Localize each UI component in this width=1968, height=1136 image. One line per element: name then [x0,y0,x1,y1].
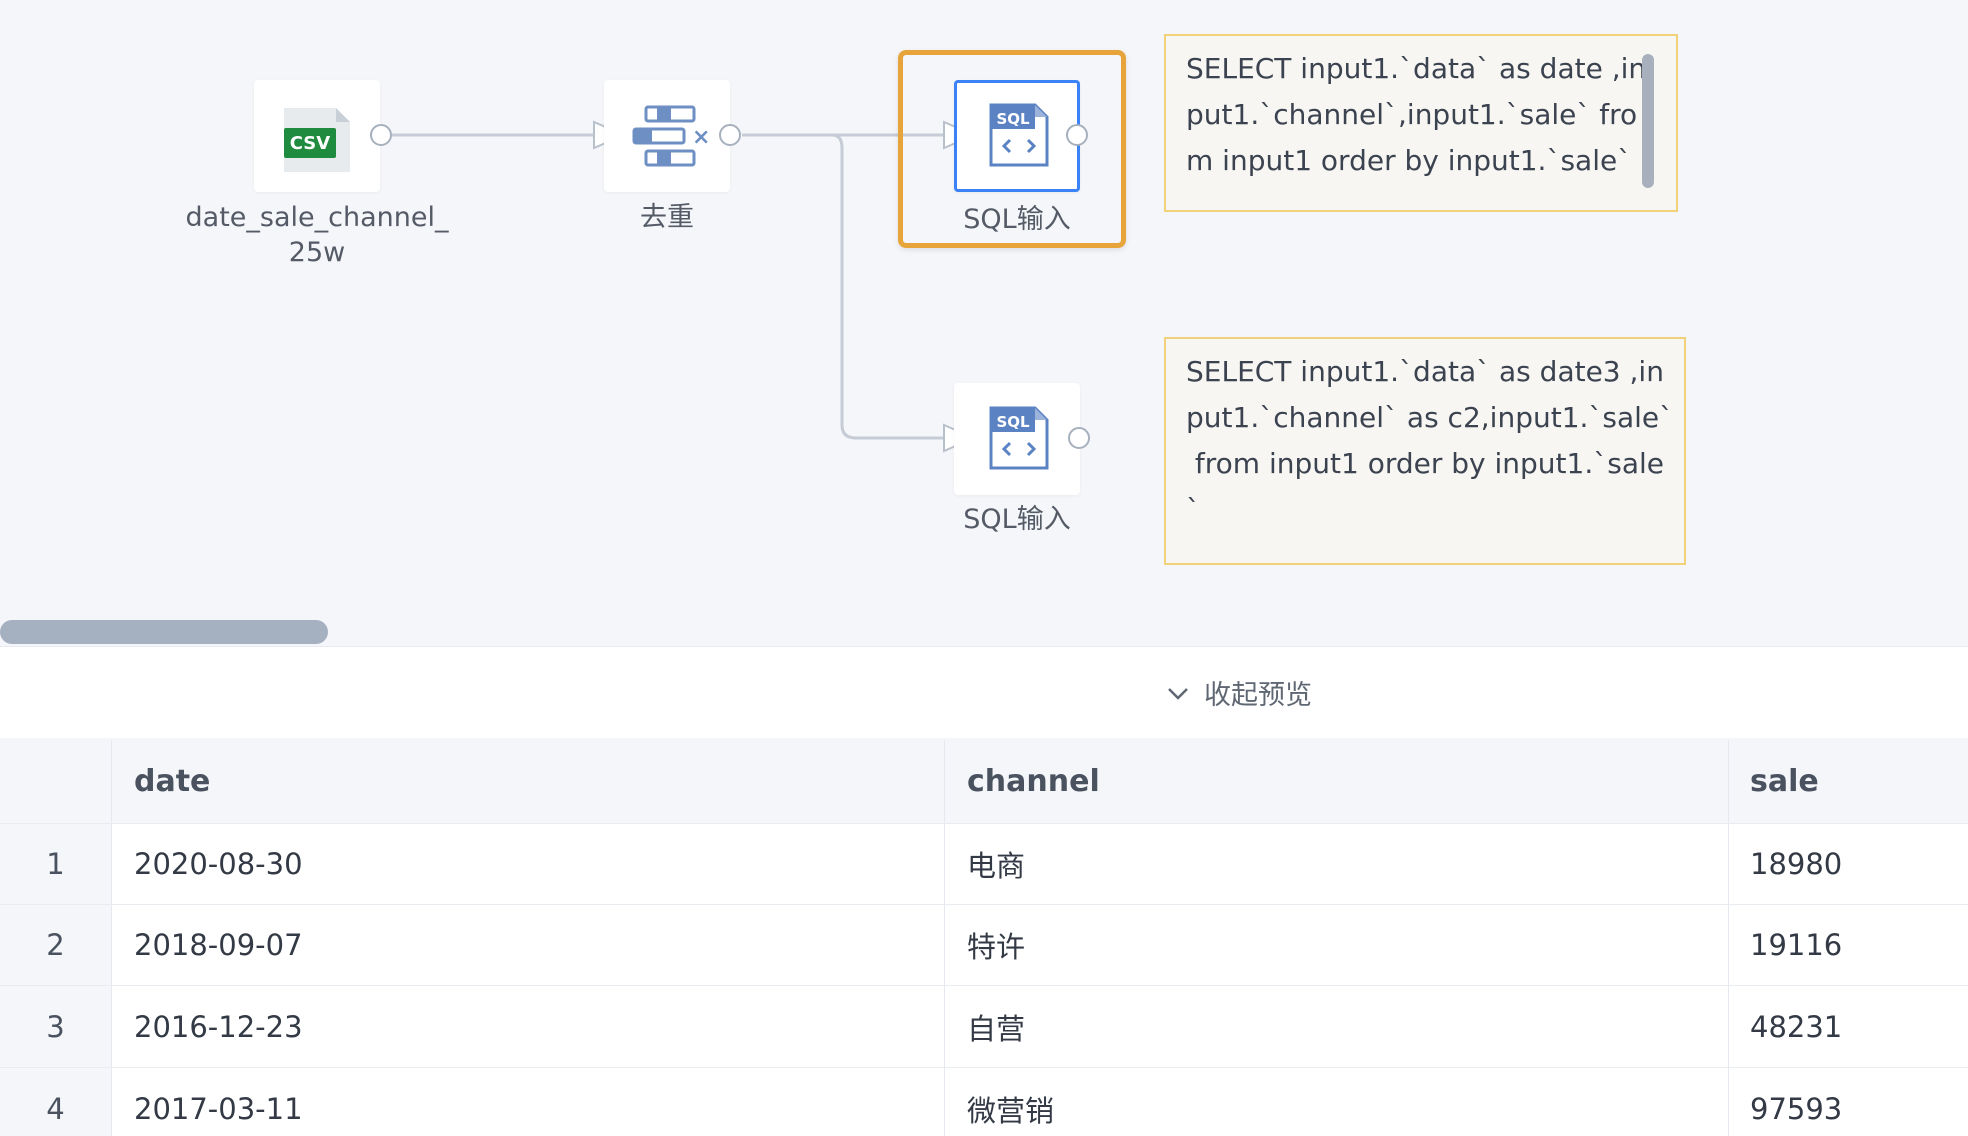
cell-sale: 19116 [1750,928,1843,962]
row-index: 2 [0,905,112,985]
collapse-preview-button[interactable]: 收起预览 [1166,673,1312,712]
cell-channel: 微营销 [946,1068,1729,1136]
node-sql-2-label: SQL输入 [963,504,1071,535]
table-row: 4 2017-03-11 微营销 97593 [0,1068,1968,1136]
canvas-horizontal-scrollbar[interactable] [0,620,328,644]
table-row: 1 2020-08-30 电商 18980 [0,824,1968,905]
column-header-date[interactable]: date [113,740,945,823]
svg-text:×: × [692,125,710,150]
node-dedupe[interactable]: × [604,80,730,192]
cell-date: 2020-08-30 [113,824,945,904]
node-csv-source[interactable]: CSV [254,80,380,192]
index-header [0,740,112,823]
sql-note-1[interactable]: SELECT input1.`data` as date ,in put1.`c… [1164,34,1678,212]
node-dedupe-label: 去重 [640,202,694,233]
svg-text:SQL: SQL [996,413,1030,431]
column-header-channel[interactable]: channel [946,740,1729,823]
sql-note-1-scrollbar[interactable] [1642,54,1654,188]
row-index: 4 [0,1068,112,1136]
cell-channel: 电商 [946,824,1729,904]
port-csv-output[interactable] [370,124,392,146]
cell-channel: 自营 [946,986,1729,1067]
svg-text:CSV: CSV [290,133,331,154]
csv-file-icon: CSV [284,108,350,172]
chevron-down-icon [1168,687,1188,700]
sql-file-icon: SQL [989,406,1049,470]
row-index: 1 [0,824,112,904]
row-index: 3 [0,986,112,1067]
cell-date: 2016-12-23 [113,986,945,1067]
table-row: 3 2016-12-23 自营 48231 [0,986,1968,1068]
port-sql-1-output[interactable] [1066,124,1088,146]
svg-text:SQL: SQL [996,110,1030,128]
column-header-sale[interactable]: sale [1730,740,1968,823]
preview-toggle-bar: 收起预览 [0,646,1968,738]
table-row: 2 2018-09-07 特许 19116 [0,905,1968,986]
sql-file-icon: SQL [989,103,1049,167]
collapse-preview-label: 收起预览 [1204,680,1312,711]
node-csv-source-label: date_sale_channel_ 25w [185,202,449,268]
node-sql-2[interactable]: SQL [954,383,1080,495]
cell-date: 2018-09-07 [113,905,945,985]
preview-table: date channel sale 1 2020-08-30 电商 18980 … [0,740,1968,1136]
node-sql-1[interactable]: SQL [954,80,1080,192]
port-dedupe-output[interactable] [719,124,741,146]
cell-sale: 18980 [1750,847,1843,881]
table-header-row: date channel sale [0,740,1968,824]
flow-canvas[interactable]: CSV date_sale_channel_ 25w × 去重 SQL SQL输… [0,0,1968,648]
port-sql-2-output[interactable] [1068,427,1090,449]
cell-sale: 48231 [1750,1009,1843,1044]
dedupe-icon: × [632,105,710,167]
node-sql-1-label: SQL输入 [963,204,1071,235]
sql-note-2[interactable]: SELECT input1.`data` as date3 ,in put1.`… [1164,337,1686,565]
cell-sale: 97593 [1750,1091,1843,1126]
cell-channel: 特许 [946,905,1729,985]
cell-date: 2017-03-11 [113,1068,945,1136]
